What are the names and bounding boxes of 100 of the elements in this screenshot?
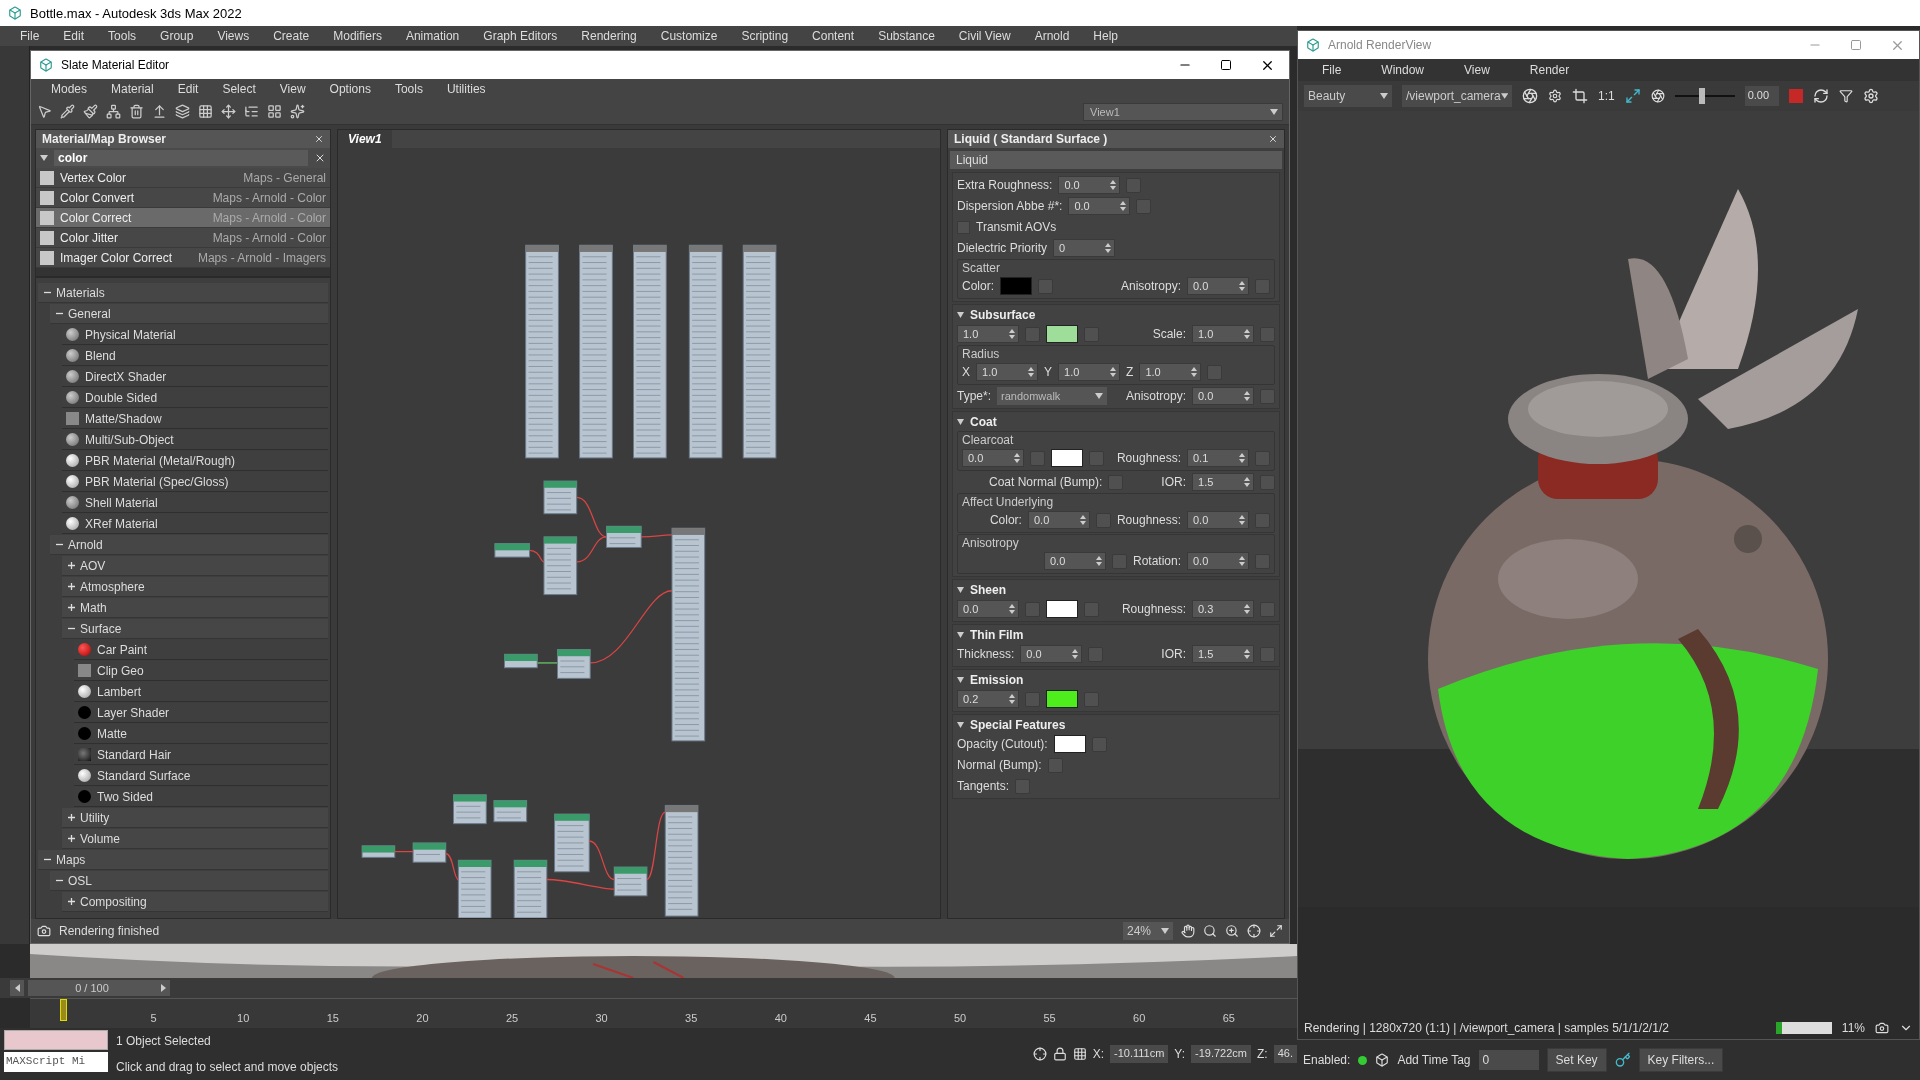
menu-item[interactable]: View [1452,63,1502,77]
cube-icon[interactable] [1375,1053,1390,1067]
next-frame-button[interactable] [156,980,170,996]
spinner-field[interactable]: 1.5 [1192,473,1254,491]
spinner-field[interactable]: 1.0 [1058,363,1121,381]
menu-item[interactable]: Material [99,82,166,96]
collapse-icon[interactable] [56,877,63,884]
spinner-field[interactable]: 0.3 [1192,600,1254,618]
menu-item[interactable]: File [8,29,52,43]
menu-item[interactable]: Options [317,82,383,96]
pan-icon[interactable] [1181,924,1195,938]
browser-entry[interactable]: PBR Material (Spec/Gloss) [62,472,328,492]
spinner-field[interactable]: 0.0 [1058,176,1121,194]
browser-entry[interactable]: XRef Material [62,514,328,534]
menu-item[interactable]: Select [210,82,268,96]
tree-icon[interactable] [244,104,259,119]
spinner-field[interactable]: 0.0 [1187,552,1249,570]
search-field[interactable]: color [54,150,308,166]
settings-icon[interactable] [1862,88,1879,104]
material-node[interactable] [361,845,396,858]
key-icon[interactable] [1614,1052,1631,1068]
color-swatch[interactable] [1000,277,1032,295]
spinner-field[interactable]: 1.0 [976,363,1038,381]
time-slider[interactable]: 0 / 100 [28,980,156,996]
expand-icon[interactable] [68,835,75,842]
color-swatch[interactable] [1053,735,1086,753]
material-node[interactable] [633,244,667,459]
expand-icon[interactable] [68,583,75,590]
rollout-header[interactable]: Sheen [957,582,1275,598]
filter-icon[interactable] [1838,89,1853,103]
maximize-icon[interactable] [1220,59,1232,71]
coordinate-field[interactable]: -19.722cm [1191,1045,1252,1063]
timeline-ruler[interactable]: 5 10 15 20 25 30 35 40 45 50 55 60 65 [30,998,1297,1028]
spinner-field[interactable]: 1.0 [957,325,1019,343]
browser-entry[interactable]: Car Paint [74,640,328,660]
search-icon[interactable] [1203,924,1217,938]
browser-entry[interactable]: Clip Geo [74,661,328,681]
script-output-field[interactable] [4,1030,108,1050]
browser-entry[interactable]: Matte [74,724,328,744]
category-header[interactable]: Math [62,598,328,618]
rollout-header[interactable]: Special Features [957,717,1275,733]
type-dropdown[interactable]: randomwalk [997,387,1108,405]
zoom-icon[interactable] [1225,924,1239,938]
menu-item[interactable]: Graph Editors [471,29,570,43]
maxscript-field[interactable]: MAXScript Mi [4,1052,108,1072]
spinner-field[interactable]: 1.0 [1139,363,1202,381]
material-node[interactable] [556,649,591,679]
browser-entry[interactable]: Blend [62,346,328,366]
category-header[interactable]: Materials [38,283,328,303]
menu-item[interactable]: Edit [165,82,211,96]
eyedropper-icon[interactable] [60,104,75,119]
browser-entry[interactable]: DirectX Shader [62,367,328,387]
spinner-field[interactable]: 1.0 [1192,325,1254,343]
material-node[interactable] [494,543,530,558]
menu-item[interactable]: Rendering [569,29,649,43]
pointer-icon[interactable] [37,104,52,119]
category-header[interactable]: Arnold [50,535,328,555]
previous-frame-button[interactable] [10,980,24,996]
material-node[interactable] [688,244,723,459]
browser-entry[interactable]: Multi/Sub-Object [62,430,328,450]
menu-item[interactable]: Utilities [434,82,498,96]
exposure-field[interactable]: 0.00 [1744,86,1779,106]
menu-item[interactable]: Create [261,29,322,43]
spinner-field[interactable]: 0.2 [957,690,1019,708]
browser-entry[interactable]: PBR Material (Metal/Rough) [62,451,328,471]
coordinate-field[interactable]: -10.111cm [1110,1045,1169,1063]
isolate-icon[interactable] [1032,1047,1047,1061]
material-node[interactable] [543,536,578,596]
ratio-button[interactable]: 1:1 [1598,89,1615,103]
spinner-field[interactable]: 0.0 [1043,552,1106,570]
material-node[interactable] [457,859,492,918]
spinner-field[interactable]: 0.1 [1187,449,1249,467]
color-swatch[interactable] [1051,449,1083,467]
collapse-icon[interactable] [56,310,63,317]
color-swatch[interactable] [1046,690,1078,708]
category-header[interactable]: General [50,304,328,324]
snapshot-icon[interactable] [1875,1021,1889,1035]
result-row[interactable]: Vertex Color Maps - General [36,168,330,188]
menu-item[interactable]: Content [800,29,867,43]
result-row[interactable]: Color Correct Maps - Arnold - Color [36,208,330,228]
browser-entry[interactable]: Matte/Shadow [62,409,328,429]
rollout-header[interactable]: Subsurface [957,307,1275,323]
spinner-field[interactable]: 0.0 [1020,645,1083,663]
material-node[interactable] [513,859,548,918]
spinner-field[interactable]: 1.5 [1192,645,1254,663]
time-tag-label[interactable]: Add Time Tag [1397,1053,1471,1067]
key-filters-button[interactable]: Key Filters... [1638,1048,1724,1072]
spinner-field[interactable]: 0.0 [1027,511,1090,529]
material-node[interactable] [453,794,487,825]
collapse-icon[interactable] [68,625,75,632]
material-node[interactable] [664,804,699,917]
expand-icon[interactable] [68,604,75,611]
layers-icon[interactable] [175,104,190,119]
spinner-field[interactable]: 0.0 [1192,387,1254,405]
menu-item[interactable]: Edit [51,29,97,43]
category-header[interactable]: OSL [50,871,328,891]
browser-entry[interactable]: Layer Shader [74,703,328,723]
material-node[interactable] [493,800,528,823]
browser-entry[interactable]: Physical Material [62,325,328,345]
material-node[interactable] [525,244,559,459]
